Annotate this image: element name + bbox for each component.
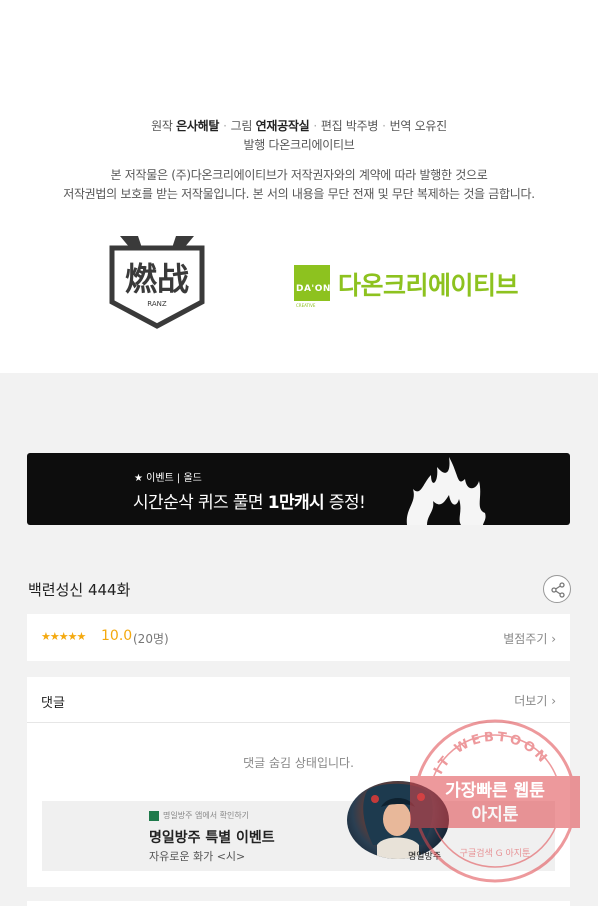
editor-name: 박주병 (345, 119, 379, 133)
rating-score: 10.0 (101, 628, 133, 644)
rating-box: ★★★★★ 10.0 (20명) 별점주기 › (27, 614, 570, 661)
banner-headline-bold: 1만캐시 (267, 493, 325, 513)
daon-name: 다온크리에이티브 (338, 271, 519, 300)
rating-count: (20명) (133, 632, 169, 646)
ad-title: 명일방주 특별 이벤트 (149, 830, 275, 846)
watermark-bottom-text: 구글검색 G 아지툰 (460, 847, 531, 859)
comment-title: 댓글 (41, 696, 65, 711)
original-author: 은사해탈 (176, 119, 220, 133)
daon-box-sub: CREATIVE (296, 303, 316, 308)
comment-more-link[interactable]: 더보기 › (514, 692, 556, 709)
banner-headline-pre: 시간순삭 퀴즈 풀면 (133, 493, 268, 513)
art-label: 그림 (230, 119, 253, 133)
white-flame-graphic (406, 457, 486, 525)
logo-left-text: 燃战 (125, 260, 189, 298)
share-icon (551, 582, 565, 598)
publisher-line: 발행 다온크리에이티브 (243, 138, 355, 152)
copyright-line-2: 저작권법의 보호를 받는 저작물입니다. 본 서의 내용을 무단 전재 및 무단… (63, 187, 535, 201)
ranzhan-logo: 燃战 RANZ (109, 236, 205, 329)
credit-line-staff: 원작 은사해탈 · 그림 연재공작실 · 편집 박주병 · 번역 오유진 (151, 119, 448, 133)
event-banner[interactable]: ★ 이벤트 | 올드 시간순삭 퀴즈 풀면 1만캐시 증정! (27, 453, 570, 525)
copyright-line-1: 본 저작물은 (주)다온크리에이티브가 저작권자와의 계약에 따라 발행한 것으… (110, 168, 488, 182)
translator-name: 오유진 (414, 119, 448, 133)
ad-subtitle: 자유로운 화가 <시> (149, 850, 246, 863)
daon-box-text: DA'ON (296, 284, 331, 294)
episode-title: 백련성신 444화 (28, 581, 131, 599)
translator-label: 번역 (389, 119, 412, 133)
ad-sponsor: 명일방주 앱에서 확인하기 (163, 811, 250, 820)
share-button[interactable] (543, 575, 571, 603)
sponsor-logo-icon (149, 811, 159, 821)
logo-left-sub: RANZ (147, 300, 167, 308)
art-author: 연재공작실 (255, 119, 310, 133)
banner-headline-post: 증정! (324, 493, 366, 513)
credits-section: 원작 은사해탈 · 그림 연재공작실 · 편집 박주병 · 번역 오유진 발행 다온크리에이… (0, 0, 598, 373)
agit-webtoon-watermark: AGIT WEBTOON 가장빠른 웹툰 아지툰 구글검색 G 아지툰 (410, 719, 580, 883)
editor-label: 편집 (320, 119, 343, 133)
banner-tag: ★ 이벤트 | 올드 (134, 473, 202, 484)
daon-creative-logo: DA'ON CREATIVE 다온크리에이티브 (294, 265, 544, 308)
original-label: 원작 (151, 119, 173, 133)
rating-stars-icon: ★★★★★ (41, 630, 86, 643)
daon-logo-box: DA'ON (294, 265, 330, 301)
banner-headline: 시간순삭 퀴즈 풀면 1만캐시 증정! (133, 488, 366, 513)
next-card-edge (27, 901, 570, 906)
watermark-line-1: 가장빠른 웹툰 (445, 781, 545, 801)
rate-button[interactable]: 별점주기 › (503, 630, 556, 647)
watermark-line-2: 아지툰 (472, 805, 519, 825)
